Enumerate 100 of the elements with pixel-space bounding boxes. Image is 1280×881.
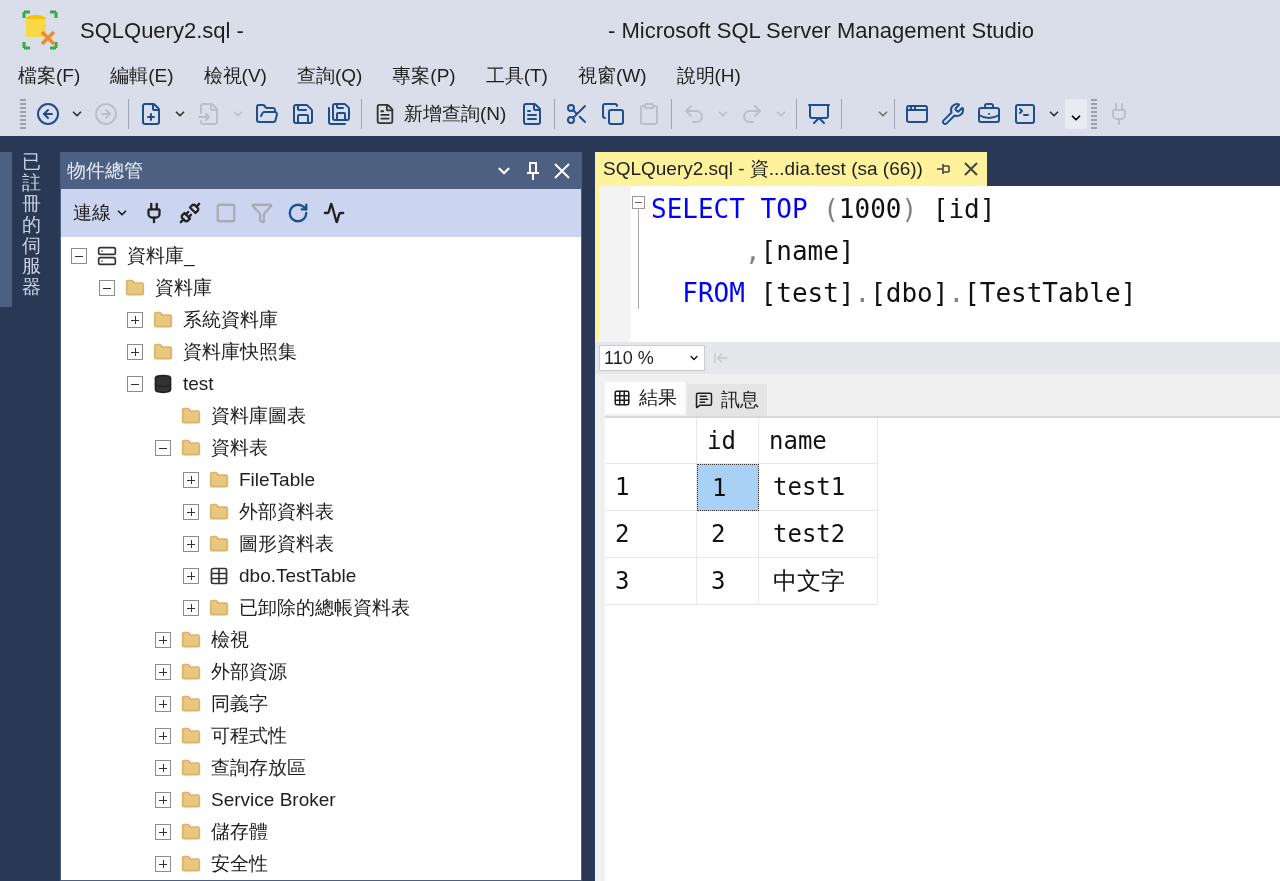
table-cell[interactable]: test2 xyxy=(759,511,878,558)
expand-toggle[interactable] xyxy=(155,632,171,648)
refresh-icon[interactable] xyxy=(287,202,309,224)
collapse-toggle[interactable] xyxy=(127,376,143,392)
folder-icon xyxy=(181,854,201,874)
collapse-toggle[interactable] xyxy=(631,196,645,209)
tree-item[interactable]: 資料庫 xyxy=(153,273,214,303)
folder-icon xyxy=(181,406,201,426)
tree-item[interactable]: 資料庫圖表 xyxy=(209,401,308,431)
menu-item[interactable]: 檢視(V) xyxy=(203,61,267,91)
database-icon xyxy=(153,374,173,394)
tree-item[interactable]: 資料庫_ xyxy=(125,241,197,271)
tree-item[interactable]: test xyxy=(181,369,216,399)
table-cell[interactable]: 2 xyxy=(697,511,759,558)
tree-item[interactable]: Service Broker xyxy=(209,785,338,815)
folder-icon xyxy=(181,662,201,682)
document-tab[interactable]: SQLQuery2.sql - 資...dia.test (sa (66)) xyxy=(595,152,987,186)
server-icon xyxy=(97,246,117,266)
tree-item[interactable]: 同義字 xyxy=(209,689,270,719)
menu-item[interactable]: 視窗(W) xyxy=(577,61,647,91)
code-line: FROM [test].[dbo].[TestTable] xyxy=(681,277,1137,310)
activity-icon[interactable] xyxy=(323,202,345,224)
folder-icon xyxy=(209,470,229,490)
expand-toggle[interactable] xyxy=(183,472,199,488)
tree-item[interactable]: 可程式性 xyxy=(209,721,289,751)
table-cell[interactable]: 1 xyxy=(697,464,759,511)
row-number[interactable]: 2 xyxy=(605,511,697,558)
overflow-icon[interactable] xyxy=(1065,99,1088,129)
new-query-button[interactable]: 新增查詢(N) xyxy=(366,98,515,130)
tree-item[interactable]: 圖形資料表 xyxy=(237,529,336,559)
folder-icon xyxy=(181,790,201,810)
folder-icon xyxy=(209,502,229,522)
toolbar-grip[interactable] xyxy=(20,99,26,129)
folder-icon xyxy=(209,534,229,554)
code-line: SELECT TOP (1000) [id] xyxy=(651,193,996,226)
expand-toggle[interactable] xyxy=(183,504,199,520)
message-icon xyxy=(695,391,713,409)
expand-toggle[interactable] xyxy=(155,824,171,840)
expand-toggle[interactable] xyxy=(155,696,171,712)
tab-title: SQLQuery2.sql - 資...dia.test (sa (66)) xyxy=(603,156,923,181)
results-tab[interactable]: 訊息 xyxy=(687,384,767,416)
folder-icon xyxy=(153,310,173,330)
tree-item[interactable]: 外部資源 xyxy=(209,657,289,687)
disconnect-icon[interactable] xyxy=(179,202,201,224)
pin-icon[interactable] xyxy=(934,162,951,176)
tree-item[interactable]: 外部資料表 xyxy=(237,497,336,527)
tree-item[interactable]: 查詢存放區 xyxy=(209,753,308,783)
tree-item[interactable]: 檢視 xyxy=(209,625,251,655)
window-title: SQLQuery2.sql - xyxy=(80,16,244,45)
tree-item[interactable]: FileTable xyxy=(237,465,318,495)
expand-toggle[interactable] xyxy=(155,728,171,744)
close-icon[interactable] xyxy=(962,161,979,177)
grid-icon xyxy=(613,389,631,407)
expand-toggle[interactable] xyxy=(127,312,143,328)
connect-dropdown[interactable]: 連線 xyxy=(73,198,129,228)
expand-toggle[interactable] xyxy=(155,856,171,872)
expand-toggle[interactable] xyxy=(127,344,143,360)
tree-item[interactable]: 安全性 xyxy=(209,849,270,879)
collapse-toggle[interactable] xyxy=(155,440,171,456)
collapse-toggle[interactable] xyxy=(71,248,87,264)
expand-toggle[interactable] xyxy=(155,664,171,680)
folder-icon xyxy=(181,758,201,778)
document-icon xyxy=(374,103,396,125)
column-header[interactable]: name xyxy=(759,418,878,464)
tree-item[interactable]: dbo.TestTable xyxy=(237,561,359,591)
pin-icon[interactable] xyxy=(525,161,541,181)
expand-toggle[interactable] xyxy=(183,568,199,584)
menu-item[interactable]: 編輯(E) xyxy=(110,61,174,91)
side-tab[interactable]: 已註冊的伺服器 xyxy=(22,152,41,299)
window-title: - Microsoft SQL Server Management Studio xyxy=(608,16,1034,45)
expand-toggle[interactable] xyxy=(183,536,199,552)
menu-item[interactable]: 專案(P) xyxy=(392,61,456,91)
collapse-toggle[interactable] xyxy=(99,280,115,296)
table-icon xyxy=(209,566,229,586)
tree-item[interactable]: 已卸除的總帳資料表 xyxy=(237,593,412,623)
tree-item[interactable]: 儲存體 xyxy=(209,817,270,847)
menu-item[interactable]: 說明(H) xyxy=(676,61,741,91)
menu-item[interactable]: 查詢(Q) xyxy=(296,61,363,91)
folder-icon xyxy=(153,342,173,362)
code-editor[interactable]: SELECT TOP (1000) [id] ,[name] FROM [test].[dbo].[TestTable] xyxy=(595,186,1280,342)
row-number[interactable]: 3 xyxy=(605,558,697,605)
menu-item[interactable]: 檔案(F) xyxy=(18,61,81,91)
table-cell[interactable]: 3 xyxy=(697,558,759,605)
app-logo-icon xyxy=(20,10,60,50)
toolbar-grip[interactable] xyxy=(1091,99,1098,129)
expand-toggle[interactable] xyxy=(155,792,171,808)
tree-item[interactable]: 系統資料庫 xyxy=(181,305,280,335)
folder-icon xyxy=(209,598,229,618)
table-cell[interactable]: 中文字 xyxy=(759,558,878,605)
expand-toggle[interactable] xyxy=(155,760,171,776)
menu-item[interactable]: 工具(T) xyxy=(485,61,548,91)
folder-icon xyxy=(181,822,201,842)
results-tab[interactable]: 結果 xyxy=(605,382,685,414)
tree-item[interactable]: 資料表 xyxy=(209,433,270,463)
tree-item[interactable]: 資料庫快照集 xyxy=(181,337,299,367)
zoom-dropdown[interactable]: 110 % xyxy=(599,345,705,371)
folder-icon xyxy=(125,278,145,298)
table-cell[interactable]: test1 xyxy=(759,464,878,511)
folder-icon xyxy=(181,438,201,458)
expand-toggle[interactable] xyxy=(183,600,199,616)
